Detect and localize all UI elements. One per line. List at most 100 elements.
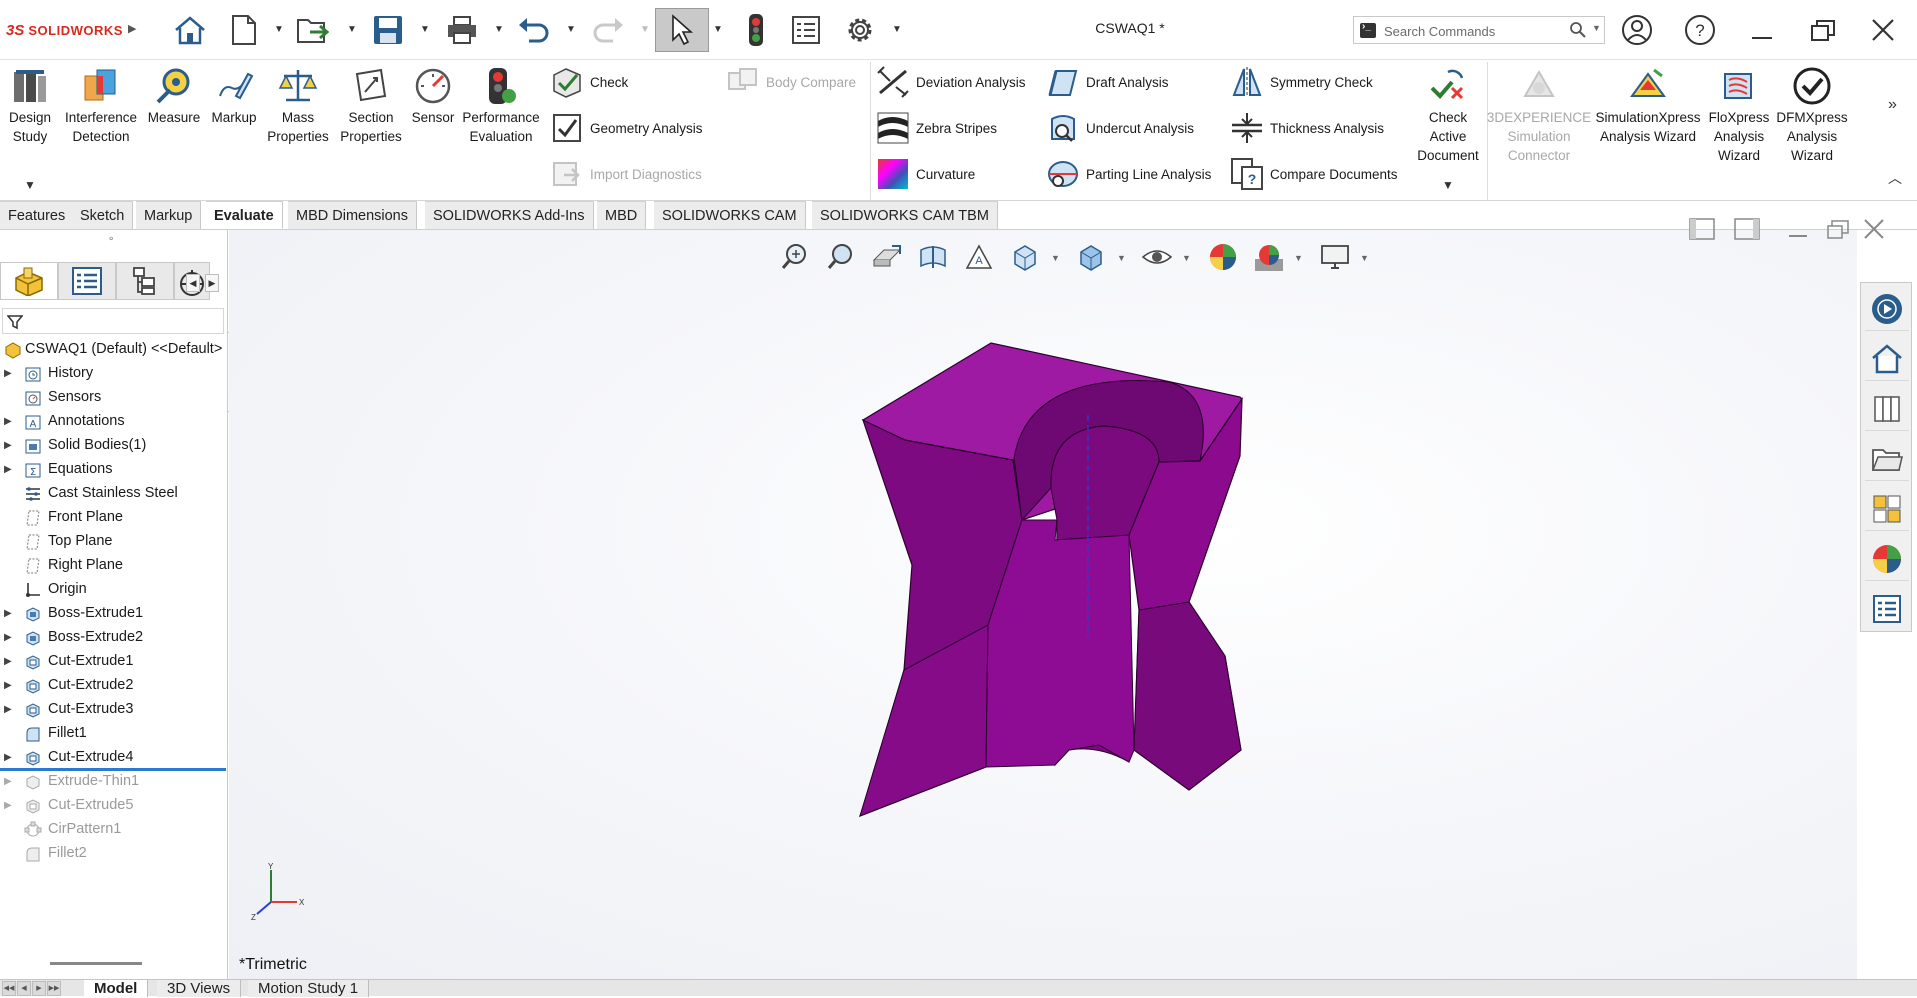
- tab-solidworks-cam-tbm[interactable]: SOLIDWORKS CAM TBM: [812, 201, 998, 229]
- tab-features[interactable]: Features: [0, 201, 75, 229]
- expand-arrow-icon[interactable]: ▶: [4, 704, 12, 715]
- minimize-window-icon[interactable]: [1745, 14, 1779, 46]
- expand-arrow-icon[interactable]: ▶: [4, 440, 12, 451]
- tree-item-cut-extrude2[interactable]: ▶ Cut-Extrude2: [0, 674, 228, 698]
- search-commands-box[interactable]: ▼: [1353, 16, 1605, 44]
- file-explorer-folder-icon[interactable]: [1865, 437, 1909, 481]
- print-dropdown-icon[interactable]: ▼: [494, 24, 504, 35]
- rollback-bar[interactable]: [0, 768, 226, 771]
- undercut-analysis-button[interactable]: Undercut Analysis: [1046, 110, 1194, 146]
- 3d-contentcentral-home-icon[interactable]: [1865, 337, 1909, 381]
- tab-solidworks-add-ins[interactable]: SOLIDWORKS Add-Ins: [425, 201, 594, 229]
- design-library-icon[interactable]: [1865, 387, 1909, 431]
- search-input[interactable]: [1384, 21, 1564, 41]
- menu-expand-arrow-icon[interactable]: ▶: [128, 22, 136, 35]
- tree-item-history[interactable]: ▶ History: [0, 362, 228, 386]
- tree-item-solid-bodies[interactable]: ▶ Solid Bodies(1): [0, 434, 228, 458]
- rebuild-traffic-light-icon[interactable]: [734, 8, 778, 52]
- tab-evaluate[interactable]: Evaluate: [206, 201, 283, 229]
- first-tab-icon[interactable]: ◀◀: [2, 981, 16, 996]
- open-file-icon[interactable]: [292, 8, 336, 52]
- expand-arrow-icon[interactable]: ▶: [4, 632, 12, 643]
- part-model-section-view[interactable]: [229, 230, 1857, 980]
- custom-properties-icon[interactable]: [1865, 587, 1909, 631]
- section-properties-button[interactable]: Section Properties: [336, 66, 406, 146]
- measure-button[interactable]: Measure: [146, 66, 202, 127]
- compare-documents-button[interactable]: ? Compare Documents: [1230, 156, 1398, 192]
- check-active-document-dropdown-icon[interactable]: ▼: [1442, 178, 1454, 192]
- search-icon[interactable]: [1569, 21, 1587, 42]
- tree-item-annotations[interactable]: ▶ A Annotations: [0, 410, 228, 434]
- save-dropdown-icon[interactable]: ▼: [420, 24, 430, 35]
- import-diagnostics-button[interactable]: Import Diagnostics: [550, 156, 702, 192]
- tab-mbd[interactable]: MBD: [597, 201, 647, 229]
- viewport-close-icon[interactable]: [1859, 214, 1889, 244]
- tree-item-right-plane[interactable]: Right Plane: [0, 554, 228, 578]
- undo-dropdown-icon[interactable]: ▼: [566, 24, 576, 35]
- appearances-scenes-icon[interactable]: [1865, 537, 1909, 581]
- 3dexperience-simulation-connector-button[interactable]: 3DEXPERIENCE Simulation Connector: [1487, 66, 1591, 165]
- ribbon-collapse-arrow-icon[interactable]: ▼: [24, 178, 36, 192]
- tree-root-part[interactable]: CSWAQ1 (Default) <<Default>: [0, 338, 228, 362]
- redo-icon[interactable]: [586, 8, 630, 52]
- expand-arrow-icon[interactable]: ▶: [4, 776, 12, 787]
- tree-item-cut-extrude4[interactable]: ▶ Cut-Extrude4: [0, 746, 228, 770]
- file-properties-icon[interactable]: [784, 8, 828, 52]
- help-icon[interactable]: ?: [1683, 14, 1717, 46]
- model-body[interactable]: [859, 342, 1243, 818]
- tree-horizontal-scrollbar[interactable]: [50, 962, 142, 965]
- expand-arrow-icon[interactable]: ▶: [4, 464, 12, 475]
- next-tab-icon[interactable]: ▶: [32, 981, 46, 996]
- expand-arrow-icon[interactable]: ▶: [4, 680, 12, 691]
- user-account-icon[interactable]: [1620, 14, 1654, 46]
- tree-item-boss-extrude1[interactable]: ▶ Boss-Extrude1: [0, 602, 228, 626]
- tree-item-fillet1[interactable]: Fillet1: [0, 722, 228, 746]
- tree-item-cut-extrude1[interactable]: ▶ Cut-Extrude1: [0, 650, 228, 674]
- ribbon-more-icon[interactable]: »: [1888, 96, 1897, 114]
- options-dropdown-icon[interactable]: ▼: [892, 24, 902, 35]
- deviation-analysis-button[interactable]: Deviation Analysis: [876, 64, 1026, 100]
- graphics-area[interactable]: A ▼ ▼ ▼ ▼ ▼ Y X Z *Trimetric: [229, 218, 1884, 980]
- close-window-icon[interactable]: [1866, 14, 1900, 46]
- tab-sketch[interactable]: Sketch: [72, 201, 134, 229]
- expand-arrow-icon[interactable]: ▶: [4, 800, 12, 811]
- performance-evaluation-button[interactable]: Performance Evaluation: [460, 66, 542, 146]
- tree-item-material[interactable]: Cast Stainless Steel: [0, 482, 228, 506]
- dfmxpress-analysis-wizard-button[interactable]: DFMXpress Analysis Wizard: [1774, 66, 1850, 165]
- home-icon[interactable]: [168, 8, 212, 52]
- floxpress-analysis-wizard-button[interactable]: FloXpress Analysis Wizard: [1706, 66, 1772, 165]
- ribbon-minimize-icon[interactable]: ︿: [1888, 168, 1902, 188]
- propertymanager-tab-icon[interactable]: [58, 262, 116, 300]
- search-dropdown-icon[interactable]: ▼: [1592, 23, 1601, 33]
- geometry-analysis-button[interactable]: Geometry Analysis: [550, 110, 703, 146]
- tree-item-sensors[interactable]: Sensors: [0, 386, 228, 410]
- new-document-icon[interactable]: [222, 8, 266, 52]
- check-active-document-button[interactable]: Check Active Document: [1417, 66, 1479, 165]
- panel-grip-icon[interactable]: ⚬: [107, 234, 115, 245]
- tree-item-top-plane[interactable]: Top Plane: [0, 530, 228, 554]
- tree-item-equations[interactable]: ▶ Σ Equations: [0, 458, 228, 482]
- mass-properties-button[interactable]: Mass Properties: [266, 66, 330, 146]
- solidworks-logo[interactable]: 3S SOLIDWORKS: [6, 19, 123, 41]
- expand-arrow-icon[interactable]: ▶: [4, 656, 12, 667]
- tree-item-extrude-thin1[interactable]: ▶ Extrude-Thin1: [0, 770, 228, 794]
- curvature-button[interactable]: Curvature: [876, 156, 975, 192]
- solidworks-resources-icon[interactable]: [1865, 287, 1909, 331]
- design-study-button[interactable]: Design Study: [6, 66, 54, 146]
- tab-model[interactable]: Model: [84, 980, 149, 997]
- expand-arrow-icon[interactable]: ▶: [4, 368, 12, 379]
- tree-item-origin[interactable]: Origin: [0, 578, 228, 602]
- print-icon[interactable]: [440, 8, 484, 52]
- tree-item-front-plane[interactable]: Front Plane: [0, 506, 228, 530]
- tab-solidworks-cam[interactable]: SOLIDWORKS CAM: [654, 201, 806, 229]
- previous-tab-icon[interactable]: ◀: [17, 981, 31, 996]
- new-dropdown-icon[interactable]: ▼: [274, 24, 284, 35]
- undo-icon[interactable]: [512, 8, 556, 52]
- check-button[interactable]: Check: [550, 64, 628, 100]
- last-tab-icon[interactable]: ▶▶: [47, 981, 61, 996]
- configurationmanager-tab-icon[interactable]: [116, 262, 174, 300]
- expand-arrow-icon[interactable]: ▶: [4, 752, 12, 763]
- zebra-stripes-button[interactable]: Zebra Stripes: [876, 110, 997, 146]
- symmetry-check-button[interactable]: Symmetry Check: [1230, 64, 1373, 100]
- draft-analysis-button[interactable]: Draft Analysis: [1046, 64, 1169, 100]
